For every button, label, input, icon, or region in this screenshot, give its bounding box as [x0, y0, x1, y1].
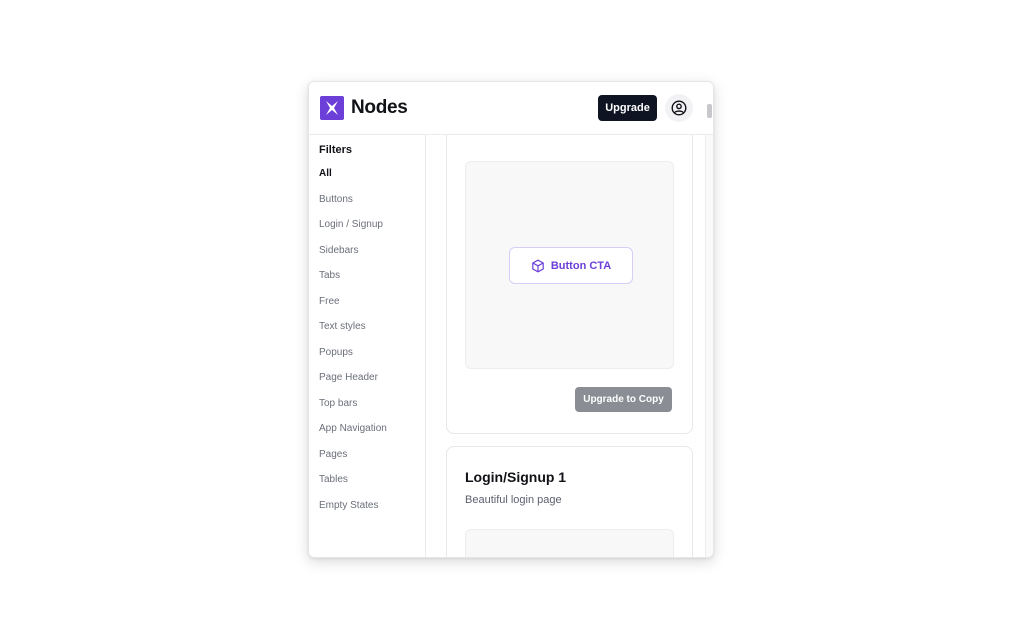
filter-item-tabs[interactable]: Tabs	[319, 270, 387, 296]
filter-item-sidebars[interactable]: Sidebars	[319, 245, 387, 271]
filters-heading: Filters	[319, 144, 353, 156]
filter-item-buttons[interactable]: Buttons	[319, 194, 387, 220]
brand-name: Nodes	[351, 97, 408, 118]
filter-item-app-navigation[interactable]: App Navigation	[319, 423, 387, 449]
filter-item-top-bars[interactable]: Top bars	[319, 398, 387, 424]
nodes-logo-icon	[320, 96, 344, 120]
upgrade-button[interactable]: Upgrade	[598, 95, 657, 121]
filter-item-login-signup[interactable]: Login / Signup	[319, 219, 387, 245]
component-card: Login/Signup 1 Beautiful login page	[446, 446, 693, 557]
filter-item-all[interactable]: All	[319, 168, 387, 194]
filters-sidebar: Filters All Buttons Login / Signup Sideb…	[309, 135, 426, 557]
filter-item-empty-states[interactable]: Empty States	[319, 500, 387, 526]
component-list[interactable]: Button CTA Upgrade to Copy Login/Signup …	[426, 135, 705, 557]
card-title: Login/Signup 1	[465, 469, 567, 485]
scrollbar-track[interactable]	[705, 135, 713, 557]
filter-item-page-header[interactable]: Page Header	[319, 372, 387, 398]
profile-button[interactable]	[665, 94, 693, 122]
button-cta-label: Button CTA	[550, 259, 612, 272]
filter-item-tables[interactable]: Tables	[319, 474, 387, 500]
card-subtitle: Beautiful login page	[465, 494, 562, 506]
component-card: Button CTA Upgrade to Copy	[446, 135, 693, 434]
cube-icon	[532, 259, 544, 272]
button-cta-preview[interactable]: Button CTA	[509, 247, 633, 284]
user-circle-icon	[671, 100, 687, 116]
filter-list: All Buttons Login / Signup Sidebars Tabs…	[319, 168, 387, 525]
extension-popup: Nodes Upgrade Filters All Buttons Login …	[308, 81, 714, 558]
component-preview	[465, 529, 674, 557]
component-preview: Button CTA	[465, 161, 674, 369]
filter-item-text-styles[interactable]: Text styles	[319, 321, 387, 347]
filter-item-pages[interactable]: Pages	[319, 449, 387, 475]
header: Nodes Upgrade	[309, 82, 713, 135]
scrollbar-thumb[interactable]	[707, 104, 712, 118]
upgrade-to-copy-button[interactable]: Upgrade to Copy	[575, 387, 672, 412]
filter-item-free[interactable]: Free	[319, 296, 387, 322]
filter-item-popups[interactable]: Popups	[319, 347, 387, 373]
